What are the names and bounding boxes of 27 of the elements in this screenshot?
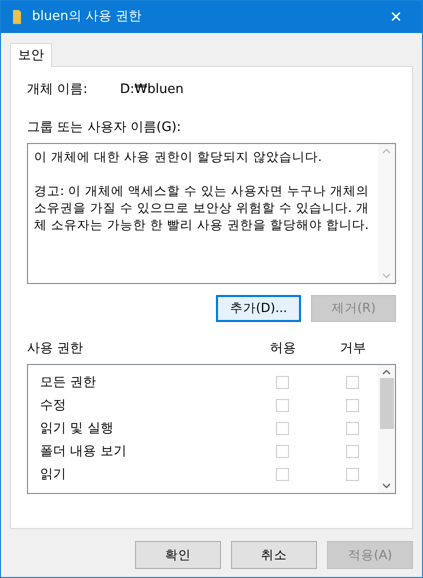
close-button[interactable]: ✕ bbox=[381, 2, 411, 32]
permission-name: 폴더 내용 보기 bbox=[39, 442, 128, 461]
permission-name: 수정 bbox=[39, 396, 67, 415]
scroll-up-icon bbox=[382, 148, 391, 154]
permissions-label: 사용 권한 bbox=[27, 340, 84, 358]
folder-icon bbox=[12, 9, 22, 25]
group-list[interactable]: 이 개체에 대한 사용 권한이 할당되지 않았습니다. 경고: 이 개체에 액세스할 수 있는 사용자면 누구나 개체의 소유권을 가질 수 있으므로 보안상 위험할 수 있습니다. 개체 소유자는 가능한 한 빨리 사용 권한을 할당해야 합니다. bbox=[27, 142, 396, 284]
group-button[interactable]: 추가(D)... bbox=[216, 294, 301, 322]
scrollbar[interactable] bbox=[378, 365, 395, 493]
object-name-value: D:₩bluen bbox=[120, 81, 184, 100]
dialog-button[interactable]: 확인 bbox=[135, 541, 221, 569]
scroll-down-icon bbox=[382, 483, 391, 489]
permission-name: 읽기 및 실행 bbox=[39, 420, 114, 438]
dialog-button[interactable]: 취소 bbox=[231, 541, 317, 569]
scrollbar[interactable] bbox=[378, 144, 395, 282]
object-name-label: 개체 이름: bbox=[27, 81, 89, 100]
allow-header: 허용 bbox=[269, 340, 297, 358]
tab[interactable]: 보안 bbox=[10, 43, 52, 67]
window-title: bluen의 사용 권한 bbox=[32, 8, 143, 26]
permission-name: 읽기 bbox=[39, 466, 67, 484]
permission-name: 모든 권한 bbox=[39, 374, 98, 392]
scroll-up-icon bbox=[382, 369, 391, 375]
message-text: 경고: 이 개체에 액세스할 수 있는 사용자면 누구나 개체의 소유권을 가질 수 있으므로 보안상 위험할 수 있습니다. 개체 소유자는 가능한 한 빨리 사용 권한을 할당해야 합니다. bbox=[34, 182, 370, 232]
group-label: 그룹 또는 사용자 이름(G): bbox=[27, 119, 182, 137]
scroll-down-icon bbox=[382, 272, 391, 278]
deny-header: 거부 bbox=[339, 340, 367, 358]
message-text: 이 개체에 대한 사용 권한이 할당되지 않았습니다. bbox=[34, 148, 323, 164]
